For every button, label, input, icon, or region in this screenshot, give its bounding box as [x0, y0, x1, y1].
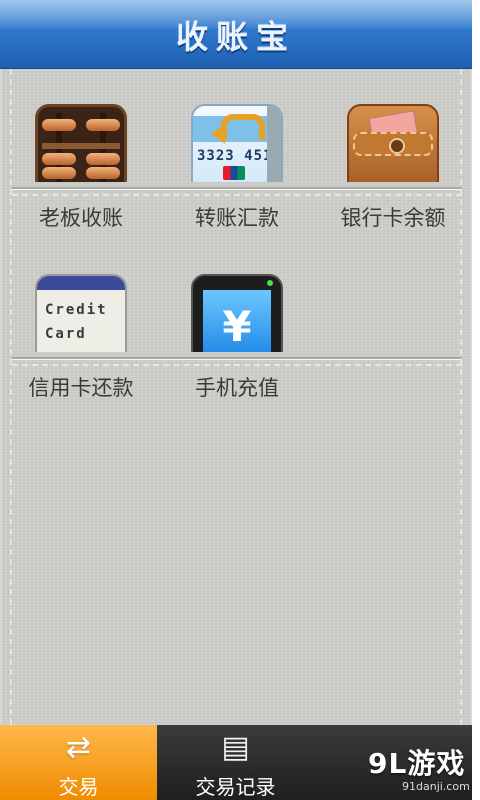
bank-card-transfer-icon: 3323 451 [191, 104, 283, 182]
transaction-arrows-icon: ⇄ [65, 730, 92, 765]
app-title: 收账宝 [175, 18, 296, 56]
tab-transaction-records[interactable]: ▤ 交易记录 [157, 725, 314, 800]
shelf-divider [12, 357, 462, 369]
mobile-phone-yen-icon: ¥ [191, 274, 283, 352]
content-panel: 老板收账 3323 451 转账汇款 银行卡余额 Credit Card 信用卡… [2, 69, 470, 725]
tile-label: 信用卡还款 [28, 376, 134, 400]
tile-icon-slot: Credit Card [11, 274, 151, 352]
yen-symbol: ¥ [222, 302, 252, 351]
credit-card-text: Credit Card [45, 302, 108, 342]
tab-label: 交易记录 [195, 775, 276, 799]
shelf-divider [12, 187, 462, 199]
unionpay-logo [223, 166, 245, 180]
tile-credit-card-repayment[interactable]: Credit Card 信用卡还款 [11, 274, 151, 400]
document-icon: ▤ [221, 730, 250, 765]
tile-icon-slot [11, 104, 151, 182]
card-number: 3323 451 [197, 148, 273, 164]
abacus-icon [35, 104, 127, 182]
watermark-logo: 9L游戏 [368, 747, 466, 780]
tile-icon-slot: ¥ [167, 274, 307, 352]
watermark-url: 91danji.com [402, 780, 470, 793]
tab-transactions[interactable]: ⇄ 交易 [0, 725, 157, 800]
tile-label: 手机充值 [195, 376, 279, 400]
site-watermark: 9L游戏 91danji.com [360, 742, 480, 800]
tile-bank-card-balance[interactable]: 银行卡余额 [323, 104, 463, 230]
wallet-icon [347, 104, 439, 182]
tile-mobile-recharge[interactable]: ¥ 手机充值 [167, 274, 307, 400]
tile-transfer-remittance[interactable]: 3323 451 转账汇款 [167, 104, 307, 230]
tile-boss-collection[interactable]: 老板收账 [11, 104, 151, 230]
tab-label: 交易 [58, 775, 99, 799]
tile-icon-slot [323, 104, 463, 182]
tile-icon-slot: 3323 451 [167, 104, 307, 182]
header-bar: 收账宝 [0, 0, 472, 69]
tile-label: 老板收账 [39, 206, 123, 230]
credit-card-icon: Credit Card [35, 274, 127, 352]
tile-label: 银行卡余额 [340, 206, 446, 230]
app-frame: 收账宝 老板收账 3323 451 转账汇款 银行卡余额 Credit Card… [0, 0, 472, 800]
tile-label: 转账汇款 [195, 206, 279, 230]
